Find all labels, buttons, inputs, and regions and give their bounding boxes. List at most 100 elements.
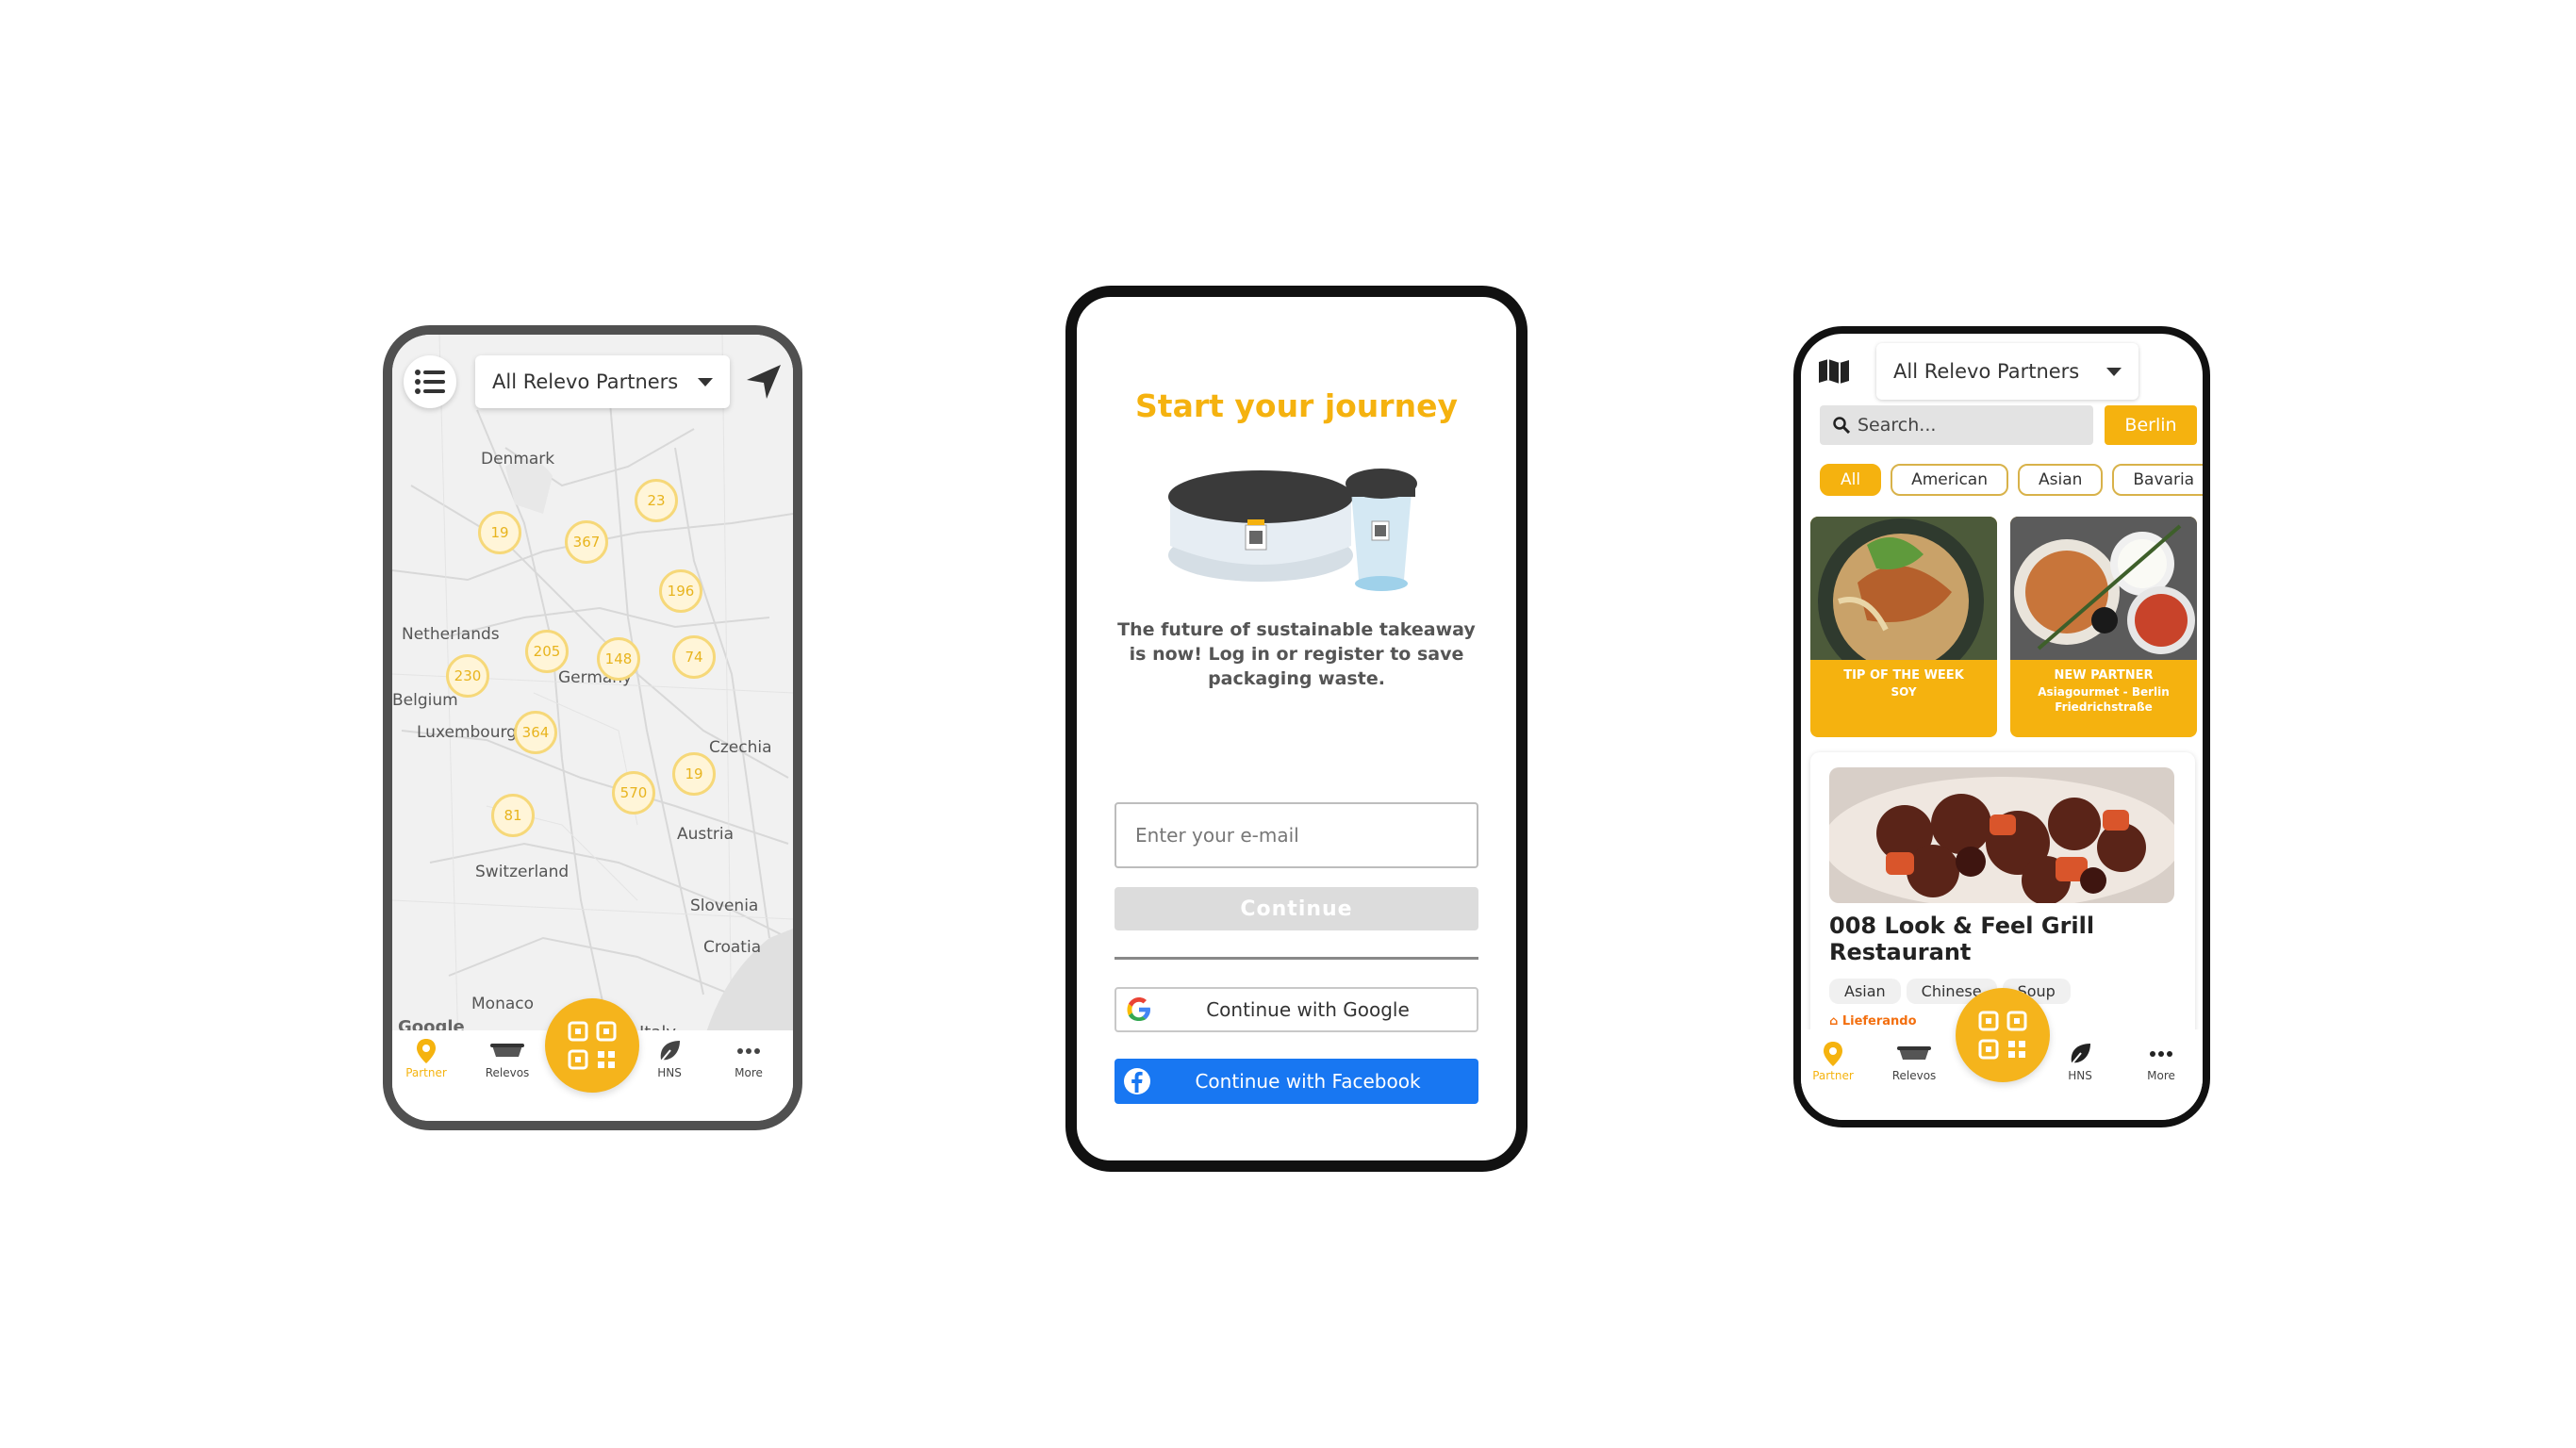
locate-me-button[interactable] — [743, 361, 784, 406]
map-cluster[interactable]: 230 — [446, 654, 489, 698]
tab-hns[interactable]: HNS — [641, 1036, 698, 1079]
tab-label: Relevos — [1891, 1069, 1937, 1082]
location-pin-icon — [1824, 1042, 1842, 1066]
tab-partner[interactable]: Partner — [398, 1036, 454, 1079]
qr-code-icon — [1978, 1011, 2027, 1060]
map-label-switzerland: Switzerland — [475, 863, 570, 881]
caret-down-icon — [2106, 367, 2122, 376]
food-photo — [1810, 517, 1997, 660]
tab-label: Partner — [405, 1066, 447, 1079]
map-cluster[interactable]: 205 — [525, 630, 569, 673]
list-menu-icon — [415, 370, 445, 394]
house-icon: ⌂ — [1829, 1014, 1839, 1028]
featured-card-new-partner[interactable]: NEW PARTNER Asiagourmet - Berlin Friedri… — [2010, 517, 2197, 737]
tab-label: More — [735, 1066, 763, 1079]
more-dots-icon — [737, 1048, 760, 1054]
tab-more[interactable]: More — [2133, 1039, 2189, 1082]
tab-hns[interactable]: HNS — [2052, 1039, 2108, 1082]
tab-label: HNS — [657, 1066, 682, 1079]
tagline-text: The future of sustainable takeaway is no… — [1117, 619, 1476, 689]
google-button-label: Continue with Google — [1206, 998, 1410, 1021]
menu-button[interactable] — [404, 355, 456, 408]
delivery-partner-name: Lieferando — [1841, 1014, 1917, 1028]
map-cluster[interactable]: 148 — [597, 637, 640, 681]
map-label-czechia: Czechia — [709, 738, 772, 757]
tab-label: Relevos — [485, 1066, 530, 1079]
scan-qr-button[interactable] — [1956, 988, 2050, 1082]
search-input[interactable] — [1858, 415, 2065, 436]
delivery-partner-logo: ⌂ Lieferando — [1829, 1014, 1917, 1028]
tab-label: More — [2147, 1069, 2175, 1082]
search-icon — [1833, 417, 1850, 434]
cuisine-filter-chips: All American Asian Bavaria — [1820, 464, 2203, 498]
divider — [1115, 957, 1478, 960]
caret-down-icon — [698, 377, 713, 387]
tab-label: Partner — [1812, 1069, 1854, 1082]
tab-label: HNS — [2068, 1069, 2092, 1082]
map-view-button[interactable] — [1818, 358, 1850, 388]
facebook-button-label: Continue with Facebook — [1195, 1070, 1421, 1093]
featured-tag: TIP OF THE WEEK — [1843, 668, 1964, 683]
continue-with-google-button[interactable]: Continue with Google — [1115, 987, 1478, 1032]
map-cluster[interactable]: 367 — [565, 520, 608, 564]
dropdown-label: All Relevo Partners — [1893, 360, 2080, 383]
map-cluster[interactable]: 19 — [672, 752, 716, 796]
map-cluster[interactable]: 364 — [514, 711, 557, 754]
map-label-luxembourg: Luxembourg — [417, 723, 517, 742]
leaf-icon — [660, 1041, 680, 1062]
tab-more[interactable]: More — [720, 1036, 777, 1079]
navigation-arrow-icon — [747, 365, 781, 399]
featured-subtitle: SOY — [1891, 685, 1917, 699]
filter-chip-asian[interactable]: Asian — [2017, 464, 2104, 496]
page-title: Start your journey — [1135, 387, 1458, 424]
scan-qr-button[interactable] — [545, 998, 639, 1093]
filter-chip-american[interactable]: American — [1891, 464, 2008, 496]
tab-relevos[interactable]: Relevos — [1886, 1039, 1942, 1082]
filter-chip-all[interactable]: All — [1820, 464, 1882, 496]
city-button[interactable]: Berlin — [2105, 405, 2197, 445]
search-box — [1820, 405, 2093, 445]
partner-map[interactable]: Denmark Netherlands Belgium Luxembourg G… — [392, 335, 793, 1049]
food-photo — [2010, 517, 2197, 660]
reusable-containers-illustration — [1168, 469, 1417, 591]
cuisine-tags: Asian Chinese Soup — [1829, 979, 2076, 1004]
restaurant-name: 008 Look & Feel Grill Restaurant — [1829, 913, 2095, 965]
tab-partner[interactable]: Partner — [1805, 1039, 1861, 1082]
login-phone: Start your journey The future of sustain… — [1065, 286, 1527, 1172]
map-label-denmark: Denmark — [481, 450, 555, 469]
partner-list-phone: All Relevo Partners Berlin All American As… — [1793, 326, 2210, 1127]
location-pin-icon — [417, 1039, 436, 1063]
bowl-icon — [490, 1044, 524, 1057]
map-phone: Denmark Netherlands Belgium Luxembourg G… — [383, 325, 802, 1130]
leaf-icon — [2071, 1044, 2090, 1065]
dropdown-label: All Relevo Partners — [492, 370, 679, 393]
continue-with-facebook-button[interactable]: Continue with Facebook — [1115, 1059, 1478, 1104]
qr-code-icon — [568, 1021, 617, 1070]
partner-filter-dropdown[interactable]: All Relevo Partners — [1876, 343, 2138, 400]
featured-card-tip[interactable]: TIP OF THE WEEK SOY — [1810, 517, 1997, 737]
map-icon — [1819, 359, 1849, 384]
email-field[interactable] — [1115, 802, 1478, 868]
tab-relevos[interactable]: Relevos — [479, 1036, 536, 1079]
map-label-austria: Austria — [677, 825, 735, 844]
map-cluster[interactable]: 196 — [659, 569, 702, 613]
partner-filter-dropdown[interactable]: All Relevo Partners — [475, 355, 730, 408]
cuisine-tag: Asian — [1829, 979, 1901, 1004]
featured-tag: NEW PARTNER — [2054, 668, 2154, 683]
map-cluster[interactable]: 570 — [612, 771, 655, 814]
map-cluster[interactable]: 81 — [491, 794, 535, 837]
map-label-belgium: Belgium — [392, 691, 458, 710]
map-cluster[interactable]: 74 — [672, 635, 716, 679]
google-icon — [1116, 996, 1162, 1024]
map-cluster[interactable]: 23 — [635, 479, 678, 522]
continue-button[interactable]: Continue — [1115, 887, 1478, 930]
map-label-monaco: Monaco — [471, 995, 535, 1013]
more-dots-icon — [2150, 1051, 2172, 1057]
map-cluster[interactable]: 19 — [478, 511, 521, 554]
filter-chip-bavaria[interactable]: Bavaria — [2112, 464, 2203, 496]
facebook-icon — [1115, 1067, 1160, 1095]
featured-subtitle: Asiagourmet - Berlin Friedrichstraße — [2038, 685, 2170, 714]
restaurant-photo — [1829, 767, 2174, 903]
map-label-slovenia: Slovenia — [690, 897, 759, 915]
bowl-icon — [1897, 1046, 1931, 1060]
